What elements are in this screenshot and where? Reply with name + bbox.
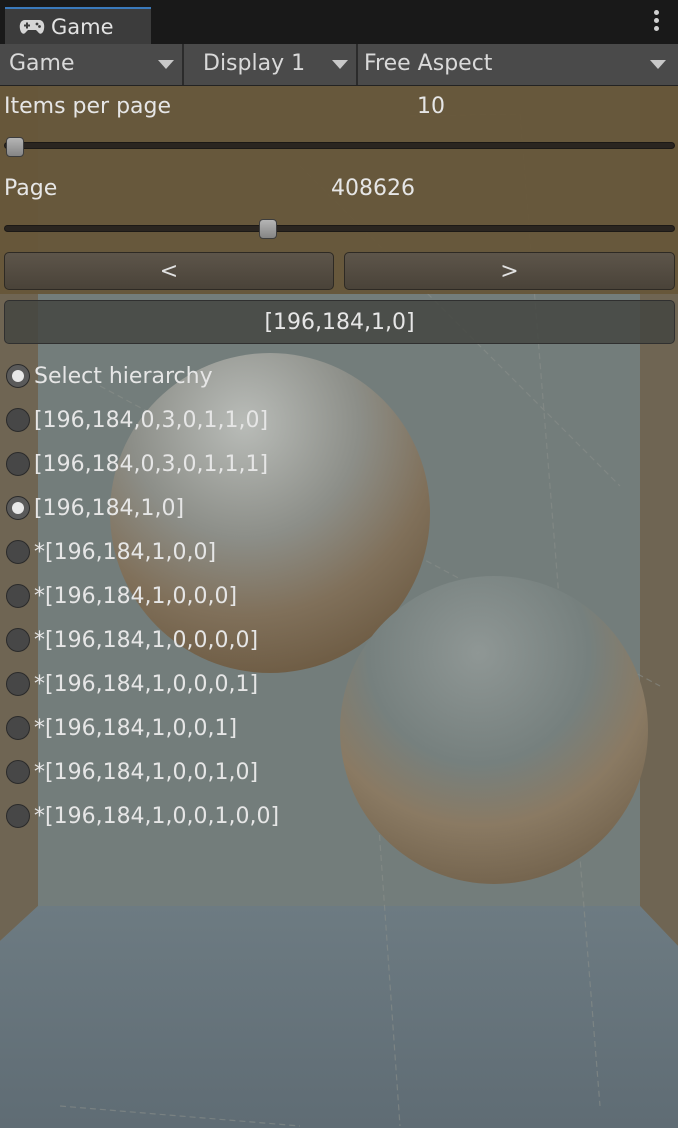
list-item-label: [196,184,1,0] (34, 495, 185, 521)
list-item-label: *[196,184,1,0,0,0,0] (34, 627, 259, 653)
list-item-label: *[196,184,1,0,0,1,0,0] (34, 803, 280, 829)
radio-icon[interactable] (6, 584, 30, 608)
list-item-label: [196,184,0,3,0,1,1,0] (34, 407, 269, 433)
list-item[interactable]: *[196,184,1,0,0,0] (6, 581, 237, 611)
radio-icon[interactable] (6, 408, 30, 432)
display-select-dropdown[interactable]: Display 1 (184, 44, 358, 85)
view-select-value: Game (9, 51, 75, 76)
chevron-down-icon (332, 60, 348, 69)
next-page-button[interactable]: > (344, 252, 675, 290)
list-item-label: *[196,184,1,0,0,1,0] (34, 759, 259, 785)
items-per-page-label: Items per page (4, 94, 172, 119)
page-value: 408626 (331, 176, 415, 201)
chevron-down-icon (158, 60, 174, 69)
list-item[interactable]: [196,184,0,3,0,1,1,0] (6, 405, 268, 435)
list-item[interactable]: *[196,184,1,0,0,0,0] (6, 625, 258, 655)
list-item[interactable]: *[196,184,1,0,0,1] (6, 713, 237, 743)
page-slider-thumb[interactable] (259, 219, 278, 239)
list-item[interactable]: [196,184,1,0] (6, 493, 184, 523)
items-per-page-slider[interactable] (4, 142, 675, 149)
list-item[interactable]: [196,184,0,3,0,1,1,1] (6, 449, 268, 479)
list-item-label: *[196,184,1,0,0,0] (34, 583, 238, 609)
list-item-label: *[196,184,1,0,0] (34, 539, 217, 565)
radio-icon[interactable] (6, 760, 30, 784)
radio-icon[interactable] (6, 804, 30, 828)
list-item-label: *[196,184,1,0,0,1] (34, 715, 238, 741)
kebab-menu-icon[interactable] (652, 10, 660, 34)
radio-icon[interactable] (6, 628, 30, 652)
aspect-select-dropdown[interactable]: Free Aspect (358, 44, 678, 85)
chevron-down-icon (650, 60, 666, 69)
current-path-display: [196,184,1,0] (4, 300, 675, 344)
tab-game[interactable]: Game (5, 7, 151, 44)
game-view-toolbar: Game Display 1 Free Aspect (0, 44, 678, 86)
gamepad-icon (19, 18, 45, 40)
items-per-page-slider-thumb[interactable] (6, 137, 24, 157)
page-label: Page (4, 176, 58, 201)
list-item[interactable]: *[196,184,1,0,0] (6, 537, 216, 567)
select-hierarchy-toggle[interactable]: Select hierarchy (6, 361, 213, 391)
tab-strip: Game (0, 0, 678, 44)
prev-page-button[interactable]: < (4, 252, 334, 290)
view-select-dropdown[interactable]: Game (0, 44, 184, 85)
radio-icon[interactable] (6, 364, 30, 388)
radio-icon[interactable] (6, 716, 30, 740)
list-item-label: *[196,184,1,0,0,0,1] (34, 671, 259, 697)
list-item[interactable]: *[196,184,1,0,0,0,1] (6, 669, 258, 699)
page-slider[interactable] (4, 225, 675, 232)
list-item-label: [196,184,0,3,0,1,1,1] (34, 451, 269, 477)
tab-label: Game (51, 15, 114, 39)
list-item[interactable]: *[196,184,1,0,0,1,0] (6, 757, 258, 787)
list-item[interactable]: *[196,184,1,0,0,1,0,0] (6, 801, 279, 831)
aspect-select-value: Free Aspect (364, 51, 493, 76)
radio-icon[interactable] (6, 496, 30, 520)
radio-icon[interactable] (6, 452, 30, 476)
items-per-page-value: 10 (417, 94, 445, 119)
radio-icon[interactable] (6, 540, 30, 564)
radio-icon[interactable] (6, 672, 30, 696)
select-hierarchy-label: Select hierarchy (34, 363, 213, 389)
display-select-value: Display 1 (203, 51, 306, 76)
